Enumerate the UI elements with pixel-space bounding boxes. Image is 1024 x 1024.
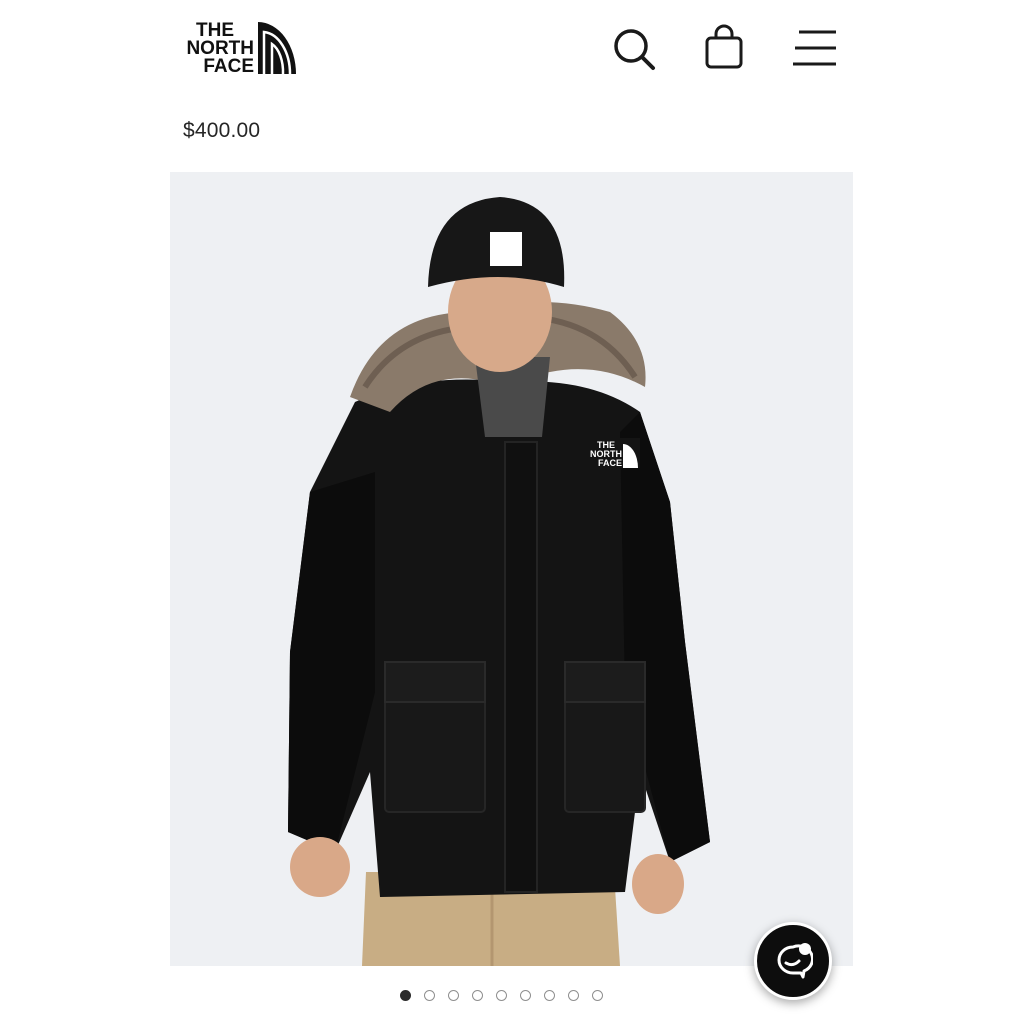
search-icon[interactable]	[608, 24, 656, 72]
the-north-face-logo[interactable]: THE NORTH FACE	[180, 18, 298, 76]
shopping-bag-icon[interactable]	[700, 24, 748, 72]
carousel-dot[interactable]	[568, 990, 579, 1001]
product-image[interactable]: THE NORTH FACE	[170, 172, 853, 966]
site-header: THE NORTH FACE	[0, 0, 1024, 100]
carousel-dot[interactable]	[544, 990, 555, 1001]
carousel-pagination	[400, 990, 603, 1006]
carousel-dot[interactable]	[472, 990, 483, 1001]
product-price: $400.00	[183, 119, 261, 142]
carousel-dot[interactable]	[520, 990, 531, 1001]
jacket-logo-line-3: FACE	[598, 458, 622, 468]
menu-icon[interactable]	[790, 24, 838, 72]
carousel-dot[interactable]	[448, 990, 459, 1001]
carousel-dot[interactable]	[592, 990, 603, 1001]
chat-button[interactable]	[754, 922, 832, 1000]
carousel-dot[interactable]	[496, 990, 507, 1001]
chat-icon	[777, 943, 813, 979]
carousel-dot[interactable]	[424, 990, 435, 1001]
logo-line-3: FACE	[203, 56, 254, 76]
carousel-dot[interactable]	[400, 990, 411, 1001]
